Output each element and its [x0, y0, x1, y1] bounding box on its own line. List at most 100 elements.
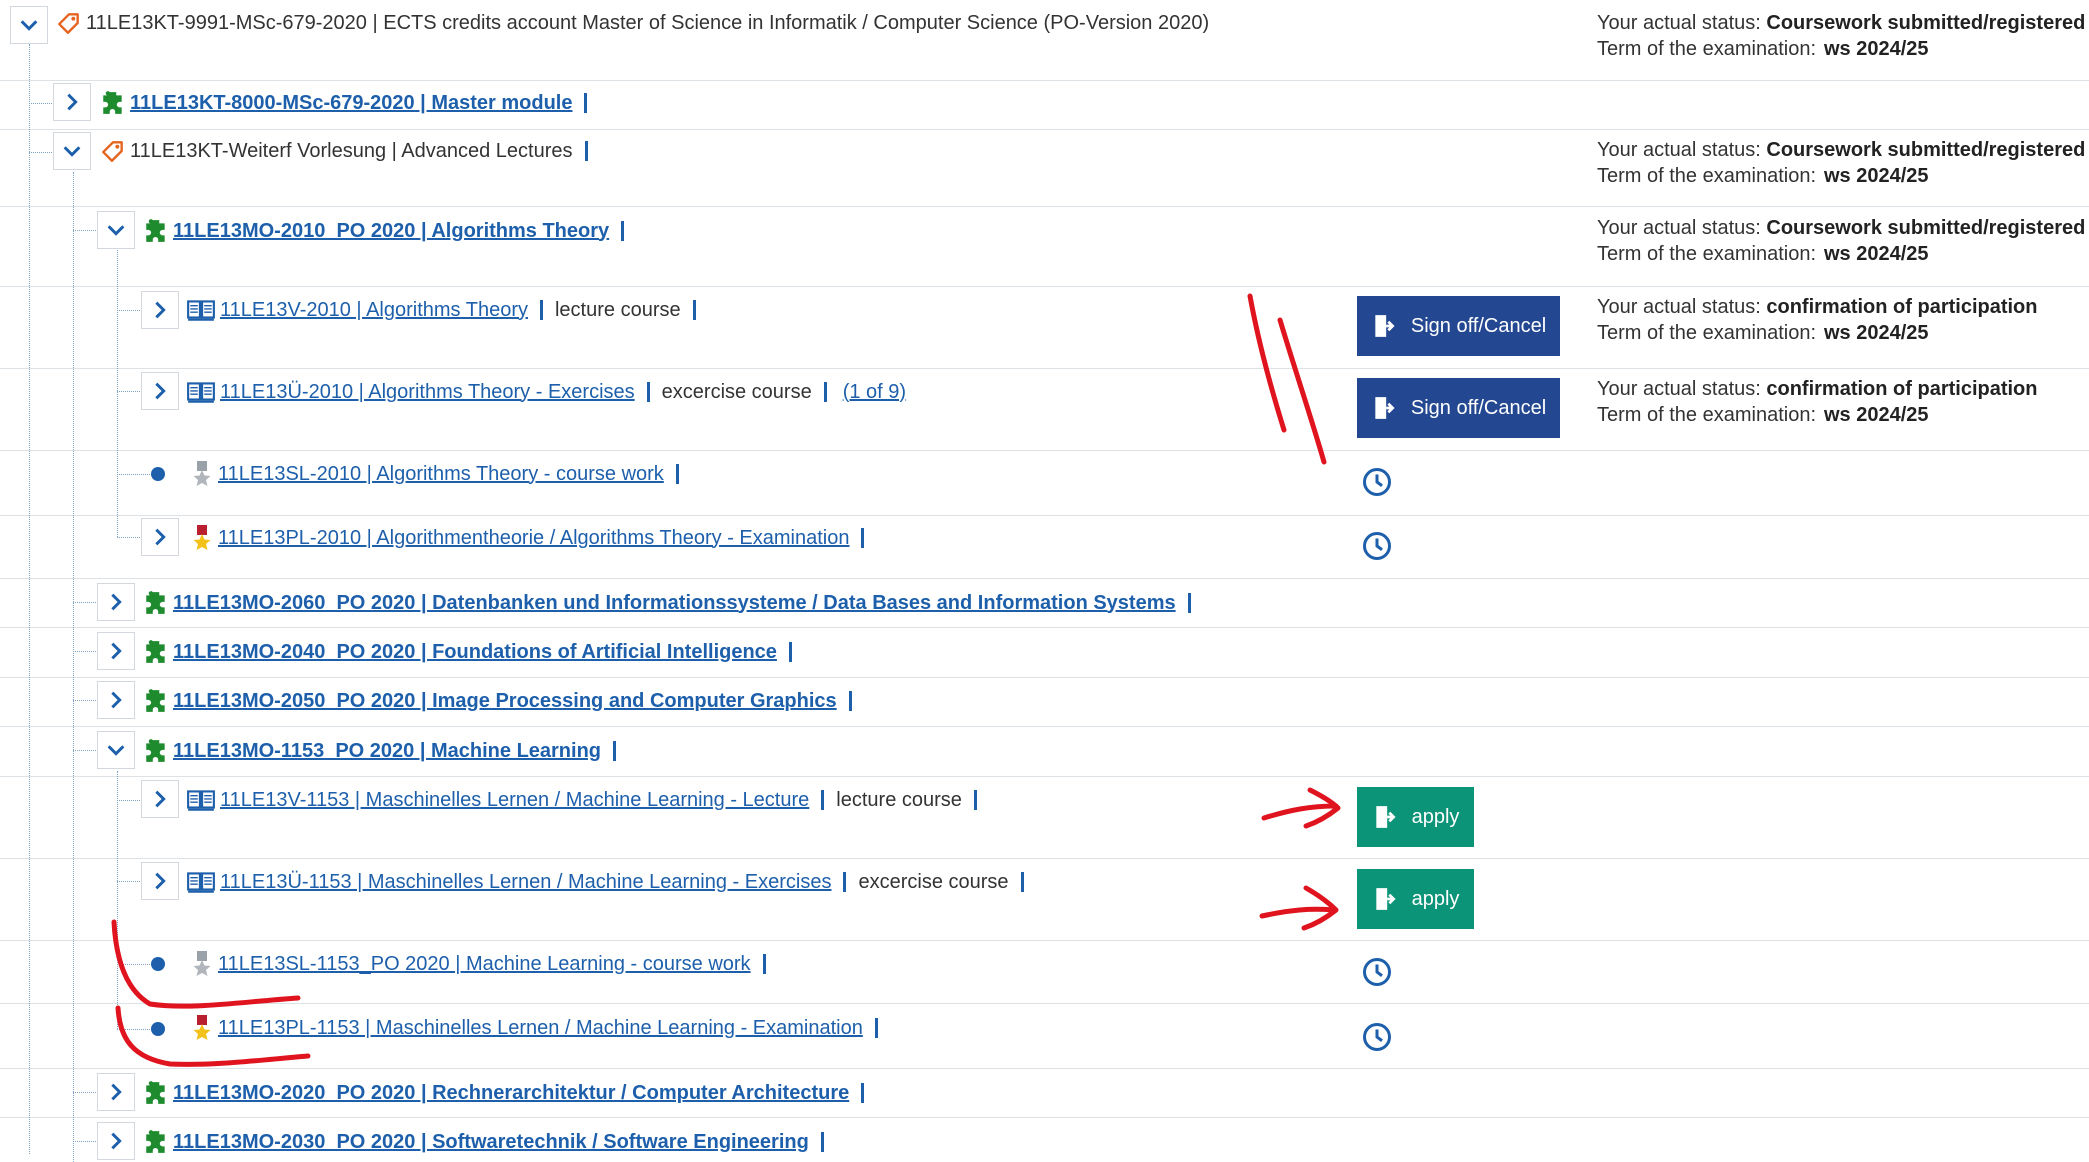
row-separator [0, 515, 2089, 516]
databases-link[interactable]: 11LE13MO-2060_PO 2020 | Datenbanken und … [173, 592, 1176, 615]
medal-silver-icon [190, 950, 214, 978]
at-lecture-status: Your actual status: confirmation of part… [1597, 294, 2038, 346]
ml-lecture-row: 11LE13V-1153 | Maschinelles Lernen / Mac… [186, 787, 989, 813]
term-value: ws 2024/25 [1824, 404, 1929, 426]
apply-label: apply [1411, 805, 1460, 828]
machine-learning-link[interactable]: 11LE13MO-1153_PO 2020 | Machine Learning [173, 740, 601, 763]
row-separator [0, 450, 2089, 451]
puzzle-icon [143, 738, 169, 764]
at-lecture-link[interactable]: 11LE13V-2010 | Algorithms Theory [220, 299, 528, 322]
tree-connector [29, 44, 30, 1154]
ml-coursework-row: 11LE13SL-1153_PO 2020 | Machine Learning… [190, 950, 778, 978]
collapse-toggle[interactable] [97, 211, 135, 249]
collapse-toggle[interactable] [53, 132, 91, 170]
ml-exercises-link[interactable]: 11LE13Ü-1153 | Maschinelles Lernen / Mac… [220, 871, 831, 894]
row-separator [0, 776, 2089, 777]
chevron-down-icon [105, 219, 127, 241]
at-examination-row: 11LE13PL-2010 | Algorithmentheorie / Alg… [190, 524, 876, 552]
tree-connector [117, 250, 118, 537]
leaf-bullet [151, 467, 165, 481]
status-label: Your actual status: [1597, 296, 1761, 318]
expand-toggle[interactable] [97, 632, 135, 670]
tree-connector [29, 103, 52, 104]
image-processing-link[interactable]: 11LE13MO-2050_PO 2020 | Image Processing… [173, 690, 837, 713]
puzzle-icon [143, 688, 169, 714]
expand-toggle[interactable] [141, 291, 179, 329]
tree-connector [117, 1029, 152, 1030]
apply-button[interactable]: apply [1357, 869, 1474, 929]
sign-off-label: Sign off/Cancel [1410, 396, 1547, 419]
at-examination-link[interactable]: 11LE13PL-2010 | Algorithmentheorie / Alg… [218, 527, 849, 550]
sign-off-icon [1371, 395, 1397, 421]
term-value: ws 2024/25 [1824, 322, 1929, 344]
sign-off-icon [1371, 313, 1397, 339]
separator-pipe [861, 1083, 865, 1103]
course-type: lecture course [554, 298, 681, 321]
apply-label: apply [1411, 887, 1460, 910]
leaf-bullet [151, 957, 165, 971]
expand-toggle[interactable] [97, 1073, 135, 1111]
foundations-ai-row: 11LE13MO-2040_PO 2020 | Foundations of A… [143, 639, 804, 665]
expand-toggle[interactable] [141, 780, 179, 818]
book-icon [186, 297, 216, 323]
expand-toggle[interactable] [97, 583, 135, 621]
at-exercises-link[interactable]: 11LE13Ü-2010 | Algorithms Theory - Exerc… [220, 381, 635, 404]
chevron-right-icon [105, 591, 127, 613]
term-label: Term of the examination: [1597, 165, 1816, 187]
collapse-toggle[interactable] [10, 6, 48, 44]
expand-toggle[interactable] [141, 518, 179, 556]
separator-pipe [762, 954, 766, 974]
chevron-right-icon [105, 640, 127, 662]
clock-icon [1362, 957, 1392, 987]
chevron-right-icon [105, 689, 127, 711]
chevron-right-icon [105, 1130, 127, 1152]
tree-connector [73, 651, 96, 652]
row-separator [0, 368, 2089, 369]
separator-pipe [584, 141, 588, 161]
sign-off-button[interactable]: Sign off/Cancel [1357, 378, 1560, 438]
term-label: Term of the examination: [1597, 322, 1816, 344]
row-separator [0, 627, 2089, 628]
row-separator [0, 80, 2089, 81]
row-separator [0, 578, 2089, 579]
puzzle-icon [143, 590, 169, 616]
puzzle-icon [143, 1129, 169, 1155]
tree-connector [29, 152, 52, 153]
status-value: Coursework submitted/registered [1766, 217, 2086, 239]
ml-lecture-link[interactable]: 11LE13V-1153 | Maschinelles Lernen / Mac… [220, 789, 809, 812]
clock-icon [1362, 1022, 1392, 1052]
at-exercises-row: 11LE13Ü-2010 | Algorithms Theory - Exerc… [186, 379, 906, 405]
tree-connector [117, 800, 140, 801]
expand-toggle[interactable] [53, 83, 91, 121]
ml-examination-row: 11LE13PL-1153 | Maschinelles Lernen / Ma… [190, 1014, 890, 1042]
collapse-toggle[interactable] [97, 731, 135, 769]
software-engineering-link[interactable]: 11LE13MO-2030_PO 2020 | Softwaretechnik … [173, 1131, 809, 1154]
expand-toggle[interactable] [97, 681, 135, 719]
expand-toggle[interactable] [141, 372, 179, 410]
ml-examination-link[interactable]: 11LE13PL-1153 | Maschinelles Lernen / Ma… [218, 1017, 863, 1040]
row-separator [0, 286, 2089, 287]
separator-pipe [848, 691, 852, 711]
master-module-row: 11LE13KT-8000-MSc-679-2020 | Master modu… [100, 90, 599, 116]
status-value: confirmation of participation [1766, 378, 2038, 400]
groups-link[interactable]: (1 of 9) [843, 381, 906, 404]
at-coursework-link[interactable]: 11LE13SL-2010 | Algorithms Theory - cour… [218, 463, 664, 486]
separator-pipe [1020, 872, 1024, 892]
expand-toggle[interactable] [141, 862, 179, 900]
separator-pipe [675, 464, 679, 484]
computer-architecture-row: 11LE13MO-2020_PO 2020 | Rechnerarchitekt… [143, 1080, 876, 1106]
apply-button[interactable]: apply [1357, 787, 1474, 847]
algorithms-theory-link[interactable]: 11LE13MO-2010_PO 2020 | Algorithms Theor… [173, 220, 609, 243]
expand-toggle[interactable] [97, 1122, 135, 1160]
sign-off-button[interactable]: Sign off/Cancel [1357, 296, 1560, 356]
puzzle-icon [143, 1080, 169, 1106]
foundations-ai-link[interactable]: 11LE13MO-2040_PO 2020 | Foundations of A… [173, 641, 777, 664]
tree-connector [73, 750, 96, 751]
tree-connector [117, 474, 152, 475]
separator-pipe [843, 872, 847, 892]
ml-coursework-link[interactable]: 11LE13SL-1153_PO 2020 | Machine Learning… [218, 953, 751, 976]
computer-architecture-link[interactable]: 11LE13MO-2020_PO 2020 | Rechnerarchitekt… [173, 1082, 849, 1105]
master-module-link[interactable]: 11LE13KT-8000-MSc-679-2020 | Master modu… [130, 92, 572, 115]
ml-exercises-row: 11LE13Ü-1153 | Maschinelles Lernen / Mac… [186, 869, 1036, 895]
separator-pipe [621, 221, 625, 241]
